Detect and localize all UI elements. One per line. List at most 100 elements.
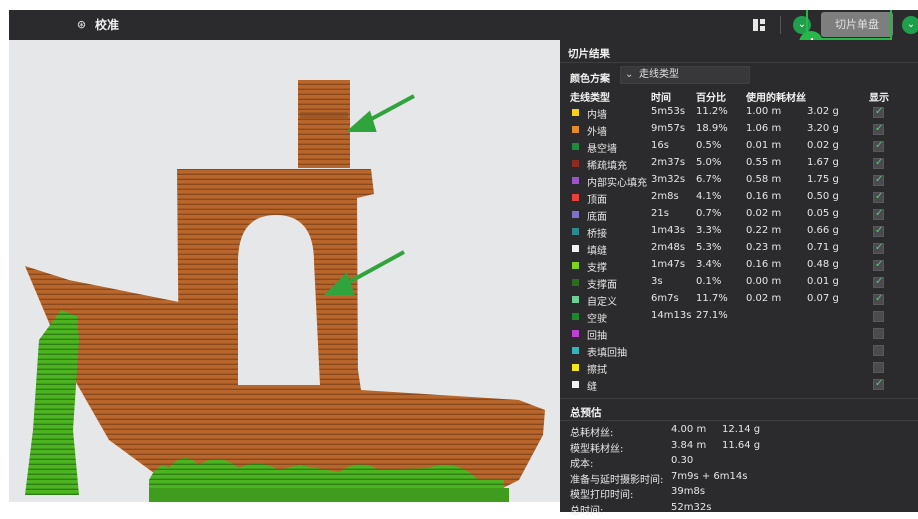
feature-row: 自定义 6m7s 11.7% 0.02 m 0.07 g (560, 291, 918, 308)
feature-weight: 1.75 g (807, 174, 839, 185)
color-swatch (572, 262, 579, 269)
color-swatch (572, 364, 579, 371)
feature-length: 0.23 m (746, 242, 782, 253)
feature-name: 内墙 (587, 110, 607, 121)
feature-row: 支撑面 3s 0.1% 0.00 m 0.01 g (560, 274, 918, 291)
estimate-label: 总时间: (570, 505, 604, 517)
feature-time: 5m53s (651, 106, 686, 117)
feature-time: 2m37s (651, 157, 686, 168)
feature-length: 0.22 m (746, 225, 782, 236)
feature-name: 支撑面 (587, 280, 617, 291)
estimate-value: 0.30 (671, 455, 694, 466)
app-window: ⊛ 校准 ⌄ 切片单盘 ⌄ 4 (0, 0, 918, 519)
calibrate-button[interactable]: 校准 (95, 16, 119, 33)
show-checkbox[interactable] (873, 362, 884, 373)
estimate-value: 7m9s + 6m14s (671, 470, 748, 482)
show-checkbox[interactable] (873, 259, 884, 271)
feature-length: 0.16 m (746, 191, 782, 202)
feature-weight: 0.05 g (807, 208, 839, 219)
feature-time: 1m47s (651, 259, 686, 270)
feature-weight: 0.66 g (807, 225, 839, 236)
color-swatch (572, 194, 579, 201)
feature-name: 外墙 (587, 127, 607, 138)
feature-length: 1.00 m (746, 106, 782, 117)
show-checkbox[interactable] (873, 345, 884, 356)
feature-row: 填缝 2m48s 5.3% 0.23 m 0.71 g (560, 240, 918, 257)
show-checkbox[interactable] (873, 311, 884, 322)
show-checkbox[interactable] (873, 242, 884, 254)
divider (560, 62, 918, 63)
toolbar-divider (780, 16, 781, 34)
feature-weight: 0.01 g (807, 276, 839, 287)
chevron-down-icon: ⌄ (625, 69, 634, 80)
feature-row: 顶面 2m8s 4.1% 0.16 m 0.50 g (560, 189, 918, 206)
feature-percent: 3.4% (696, 259, 722, 270)
feature-row: 内墙 5m53s 11.2% 1.00 m 3.02 g (560, 104, 918, 121)
show-checkbox[interactable] (873, 174, 884, 186)
estimate-value: 3.84 m (671, 439, 707, 451)
header-percent: 百分比 (696, 93, 726, 104)
show-checkbox[interactable] (873, 106, 884, 118)
color-swatch (572, 143, 579, 150)
show-checkbox[interactable] (873, 140, 884, 152)
feature-name: 表填回抽 (587, 348, 627, 359)
feature-time: 3m32s (651, 174, 686, 185)
feature-percent: 3.3% (696, 225, 722, 236)
feature-percent: 0.7% (696, 208, 722, 219)
feature-row: 底面 21s 0.7% 0.02 m 0.05 g (560, 206, 918, 223)
feature-weight: 0.71 g (807, 242, 839, 253)
feature-name: 缝 (587, 382, 597, 393)
feature-row: 空驶 14m13s 27.1% (560, 308, 918, 325)
header-show: 显示 (869, 93, 889, 104)
feature-name: 底面 (587, 212, 607, 223)
feature-time: 16s (651, 140, 669, 151)
chevron-down-icon[interactable]: ⌄ (902, 16, 918, 34)
feature-weight: 3.02 g (807, 106, 839, 117)
feature-row: 支撑 1m47s 3.4% 0.16 m 0.48 g (560, 257, 918, 274)
estimate-title: 总预估 (570, 407, 602, 419)
color-scheme-select[interactable]: ⌄ 走线类型 (620, 66, 750, 84)
feature-percent: 5.0% (696, 157, 722, 168)
show-checkbox[interactable] (873, 378, 884, 390)
show-checkbox[interactable] (873, 276, 884, 288)
feature-time: 9m57s (651, 123, 686, 134)
feature-length: 0.00 m (746, 276, 782, 287)
feature-name: 自定义 (587, 297, 617, 308)
show-checkbox[interactable] (873, 225, 884, 237)
show-checkbox[interactable] (873, 157, 884, 169)
estimate-label: 准备与延时摄影时间: (570, 474, 664, 486)
feature-name: 擦拭 (587, 365, 607, 376)
show-checkbox[interactable] (873, 123, 884, 135)
feature-row: 稀疏填充 2m37s 5.0% 0.55 m 1.67 g (560, 155, 918, 172)
estimate-label: 成本: (570, 459, 594, 470)
feature-row: 悬空墙 16s 0.5% 0.01 m 0.02 g (560, 138, 918, 155)
estimate-value: 4.00 m (671, 424, 707, 435)
color-swatch (572, 126, 579, 133)
show-checkbox[interactable] (873, 191, 884, 203)
color-scheme-value: 走线类型 (639, 69, 679, 80)
color-swatch (572, 245, 579, 252)
show-checkbox[interactable] (873, 208, 884, 220)
estimate-value-secondary: 11.64 g (722, 439, 761, 451)
calibrate-icon[interactable]: ⊛ (75, 18, 88, 31)
feature-weight: 3.20 g (807, 123, 839, 134)
feature-time: 2m8s (651, 191, 679, 202)
show-checkbox[interactable] (873, 328, 884, 339)
feature-time: 2m48s (651, 242, 686, 253)
feature-time: 6m7s (651, 293, 679, 304)
color-swatch (572, 347, 579, 354)
show-checkbox[interactable] (873, 293, 884, 305)
feature-time: 3s (651, 276, 663, 287)
feature-length: 0.58 m (746, 174, 782, 185)
feature-row: 外墙 9m57s 18.9% 1.06 m 3.20 g (560, 121, 918, 138)
color-swatch (572, 313, 579, 320)
feature-length: 1.06 m (746, 123, 782, 134)
feature-name: 稀疏填充 (587, 161, 627, 172)
feature-percent: 27.1% (696, 310, 728, 321)
color-swatch (572, 177, 579, 184)
model-viewport[interactable] (9, 40, 560, 502)
feature-name: 空驶 (587, 314, 607, 325)
feature-percent: 5.3% (696, 242, 722, 253)
layout-toggle-icon[interactable] (753, 19, 765, 31)
panel-title: 切片结果 (568, 48, 610, 60)
